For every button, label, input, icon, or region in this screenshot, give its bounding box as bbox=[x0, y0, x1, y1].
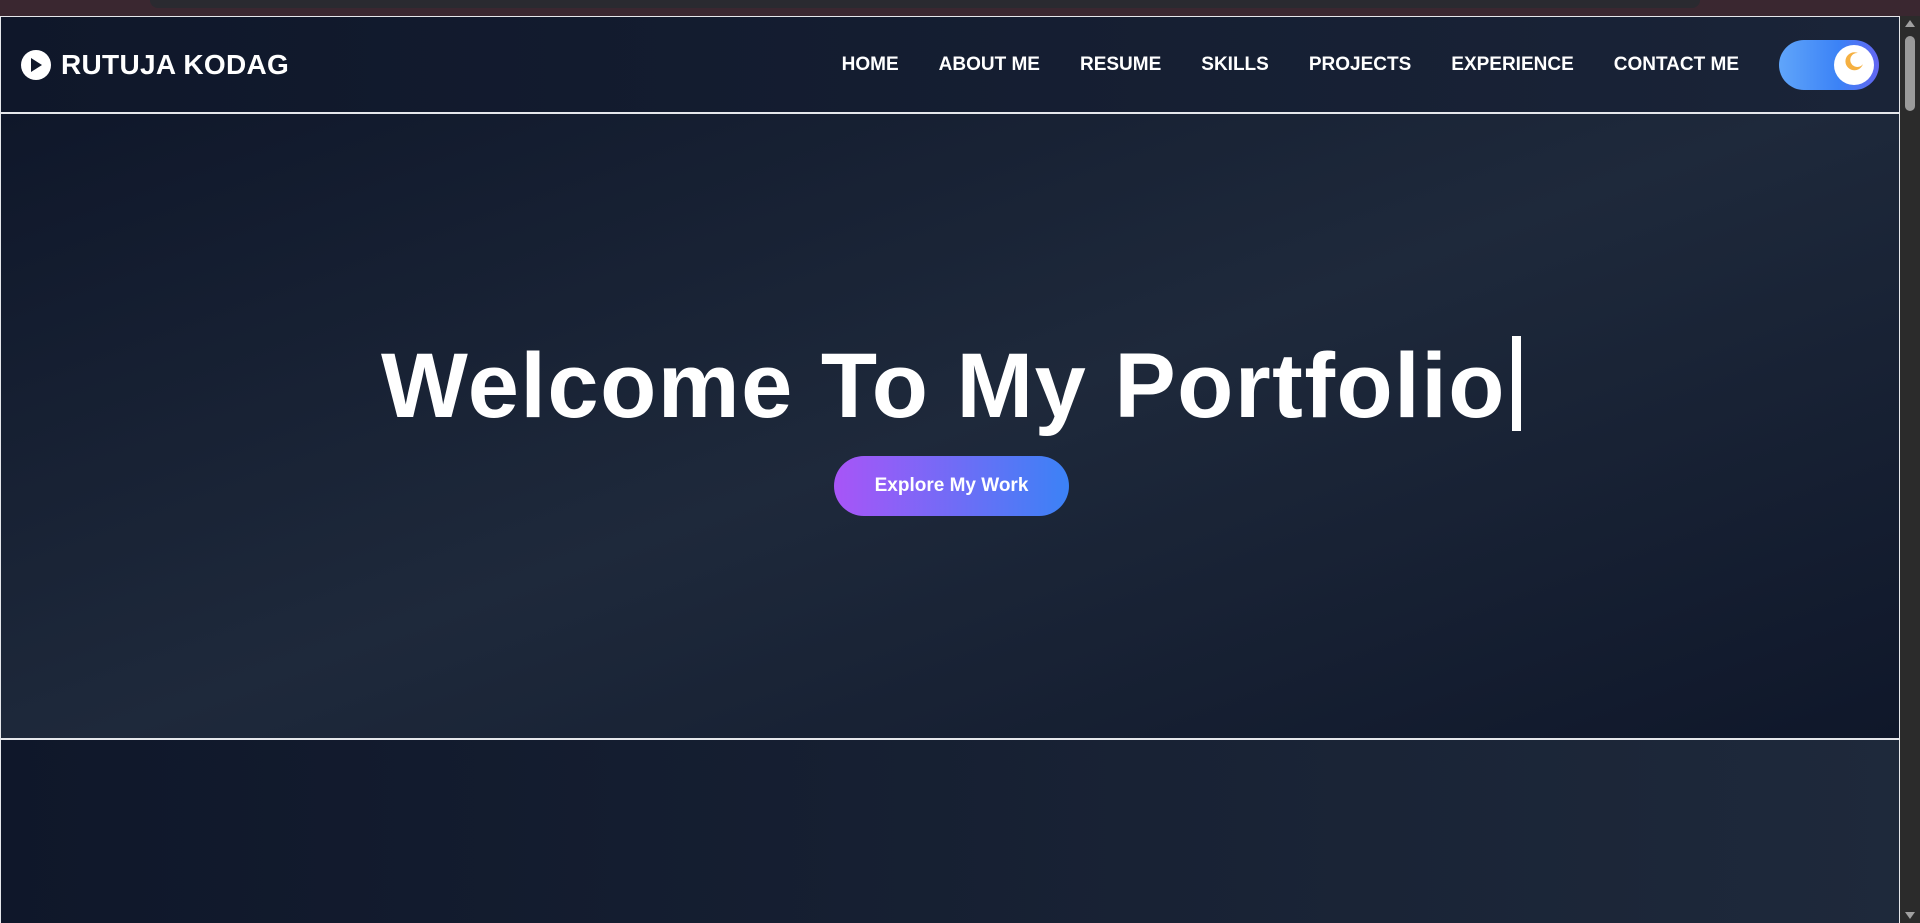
nav-link-resume[interactable]: RESUME bbox=[1080, 54, 1161, 76]
nav-links: HOME ABOUT ME RESUME SKILLS PROJECTS EXP… bbox=[842, 54, 1739, 76]
nav-link-projects[interactable]: PROJECTS bbox=[1309, 54, 1411, 76]
nav-link-experience[interactable]: EXPERIENCE bbox=[1451, 54, 1573, 76]
page-viewport: RUTUJA KODAG HOME ABOUT ME RESUME SKILLS… bbox=[0, 16, 1900, 923]
moon-icon bbox=[1842, 50, 1866, 79]
brand-name: RUTUJA KODAG bbox=[61, 48, 290, 80]
scrollbar[interactable] bbox=[1900, 16, 1920, 923]
browser-tab-bar bbox=[150, 0, 1700, 8]
next-section bbox=[0, 740, 1900, 923]
browser-chrome-strip bbox=[0, 0, 1920, 16]
brand[interactable]: RUTUJA KODAG bbox=[21, 49, 289, 81]
hero-title: Welcome To My Portfolio bbox=[1, 334, 1900, 439]
scroll-up-arrow-icon[interactable] bbox=[1905, 20, 1915, 27]
theme-toggle[interactable] bbox=[1779, 39, 1879, 90]
navbar: RUTUJA KODAG HOME ABOUT ME RESUME SKILLS… bbox=[0, 16, 1900, 114]
scrollbar-thumb[interactable] bbox=[1905, 36, 1915, 111]
scroll-down-arrow-icon[interactable] bbox=[1905, 912, 1915, 919]
nav-link-about-me[interactable]: ABOUT ME bbox=[939, 54, 1040, 76]
hero-title-text: Welcome To My Portfolio bbox=[381, 335, 1506, 437]
hero-section: Welcome To My Portfolio Explore My Work bbox=[0, 114, 1900, 740]
nav-link-contact-me[interactable]: CONTACT ME bbox=[1614, 54, 1739, 76]
nav-link-home[interactable]: HOME bbox=[842, 54, 899, 76]
toggle-knob bbox=[1834, 44, 1874, 85]
typing-caret bbox=[1511, 336, 1521, 431]
explore-work-button[interactable]: Explore My Work bbox=[834, 456, 1069, 516]
play-circle-icon bbox=[21, 49, 51, 80]
nav-right: HOME ABOUT ME RESUME SKILLS PROJECTS EXP… bbox=[842, 39, 1879, 90]
nav-link-skills[interactable]: SKILLS bbox=[1201, 54, 1269, 76]
